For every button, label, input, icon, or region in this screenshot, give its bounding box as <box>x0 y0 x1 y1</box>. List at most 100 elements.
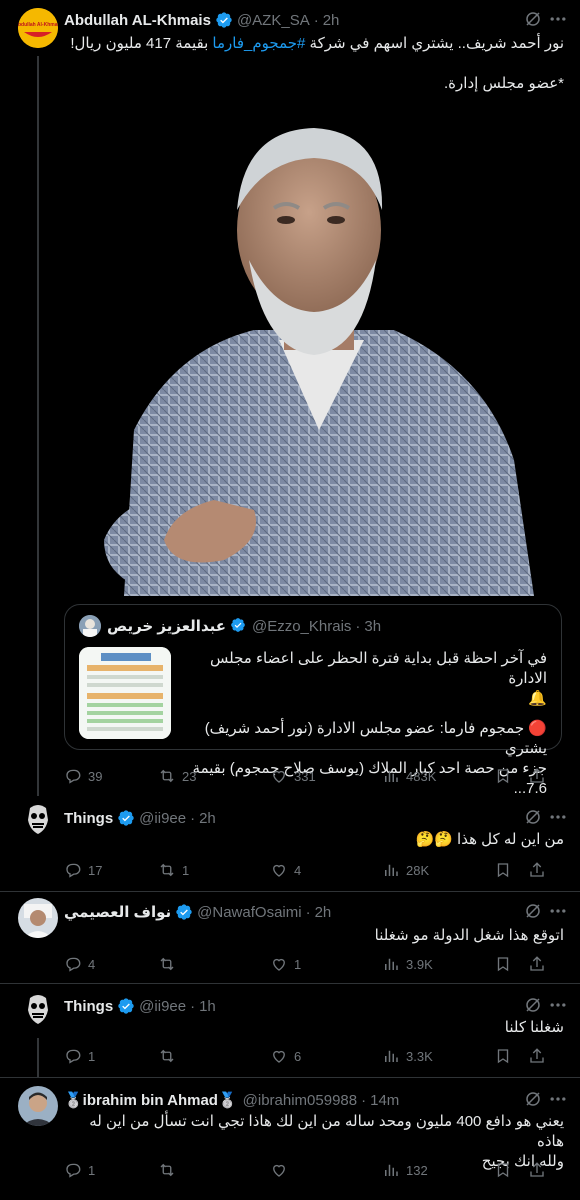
svg-text:Abdullah Al-Khmais: Abdullah Al-Khmais <box>18 22 58 28</box>
reply-count: 17 <box>88 862 103 878</box>
quote-author-handle: @Ezzo_Khrais <box>251 617 352 635</box>
tweet-time[interactable]: 14m <box>370 1092 399 1109</box>
author-handle[interactable]: @ii9ee <box>139 810 186 827</box>
avatar-graffiti-icon <box>18 990 58 1030</box>
reply-text-line1: يعني هو دافع 400 مليون ومحد ساله من اين … <box>89 1113 564 1150</box>
verified-badge-icon <box>117 997 135 1015</box>
separator-dot: · <box>313 11 319 29</box>
author-handle[interactable]: @AZK_SA <box>237 12 310 29</box>
repost-icon <box>160 863 174 877</box>
reply-button[interactable]: 1 <box>64 1047 158 1065</box>
quote-line: في آخر احظة قبل بداية فترة الحظر على اعض… <box>210 650 547 687</box>
divider <box>0 983 580 984</box>
like-count: 331 <box>294 768 316 784</box>
tweet-photo[interactable] <box>64 100 562 596</box>
repost-button[interactable] <box>158 955 270 973</box>
tweet-time[interactable]: 2h <box>323 12 340 29</box>
bookmark-button[interactable] <box>494 767 528 785</box>
like-button[interactable] <box>270 1161 382 1179</box>
author-handle[interactable]: @ibrahim059988 <box>243 1092 357 1109</box>
grok-icon[interactable] <box>524 1090 542 1108</box>
like-button[interactable]: 4 <box>270 861 382 879</box>
bookmark-icon <box>497 957 509 972</box>
thread-line <box>37 56 39 796</box>
avatar[interactable] <box>18 1086 58 1126</box>
views-count: 132 <box>406 1162 428 1178</box>
views-icon <box>385 770 398 782</box>
reply-button[interactable]: 39 <box>64 767 158 785</box>
reply-actions: 1 6 3.3K <box>64 1046 564 1066</box>
share-button[interactable] <box>528 1047 552 1065</box>
repost-button[interactable]: 23 <box>158 767 270 785</box>
hashtag-link[interactable]: #جمجوم_فارما <box>212 35 305 52</box>
like-button[interactable]: 6 <box>270 1047 382 1065</box>
more-options-icon[interactable] <box>548 9 568 29</box>
quoted-tweet[interactable]: عبدالعزيز خريص @Ezzo_Khrais · 3h في آخر … <box>64 604 562 797</box>
tweet-time[interactable]: 1h <box>199 998 216 1015</box>
reply-text: شغلنا كلنا <box>504 1019 564 1036</box>
reply-icon <box>66 1163 81 1178</box>
grok-icon[interactable] <box>524 996 542 1014</box>
avatar[interactable] <box>18 800 58 840</box>
tweet-time[interactable]: 2h <box>315 904 332 921</box>
tweet-time[interactable]: 2h <box>199 810 216 827</box>
bookmark-icon <box>497 1049 509 1064</box>
separator-dot: · <box>361 1091 367 1109</box>
bookmark-button[interactable] <box>494 1161 528 1179</box>
avatar-graffiti-icon <box>18 800 58 840</box>
views-button[interactable]: 28K <box>382 861 494 879</box>
author-name[interactable]: Things <box>64 810 113 827</box>
views-count: 3.9K <box>406 956 433 972</box>
reply-button[interactable]: 1 <box>64 1161 158 1179</box>
reply-button[interactable]: 17 <box>64 861 158 879</box>
more-options-icon[interactable] <box>548 901 568 921</box>
reply-actions: 17 1 4 28K <box>64 860 564 880</box>
share-button[interactable] <box>528 861 552 879</box>
author-name[interactable]: Abdullah AL-Khmais <box>64 12 211 29</box>
repost-button[interactable]: 1 <box>158 861 270 879</box>
bookmark-icon <box>497 769 509 784</box>
avatar[interactable]: Abdullah Al-Khmais <box>18 8 58 48</box>
avatar[interactable] <box>18 990 58 1030</box>
more-options-icon[interactable] <box>548 807 568 827</box>
like-button[interactable]: 331 <box>270 767 382 785</box>
bookmark-icon <box>497 863 509 878</box>
avatar[interactable] <box>18 898 58 938</box>
share-icon <box>530 956 544 971</box>
bookmark-button[interactable] <box>494 861 528 879</box>
repost-button[interactable] <box>158 1161 270 1179</box>
grok-icon[interactable] <box>524 10 542 28</box>
views-button[interactable]: 3.3K <box>382 1047 494 1065</box>
repost-count: 1 <box>182 862 190 878</box>
quote-line: 🔔 <box>528 690 547 707</box>
like-count: 6 <box>294 1048 302 1064</box>
repost-button[interactable] <box>158 1047 270 1065</box>
grok-icon[interactable] <box>524 808 542 826</box>
views-count: 28K <box>406 862 430 878</box>
more-options-icon[interactable] <box>548 995 568 1015</box>
views-button[interactable]: 132 <box>382 1161 494 1179</box>
reply-text: اتوقع هذا شغل الدولة مو شغلنا <box>374 927 564 944</box>
author-name[interactable]: Things <box>64 998 113 1015</box>
bookmark-button[interactable] <box>494 1047 528 1065</box>
author-name[interactable]: نواف العصيمي <box>64 903 171 921</box>
author-name[interactable]: 🥈ibrahim bin Ahmad🥈 <box>64 1091 237 1109</box>
heart-icon <box>273 1164 285 1177</box>
views-button[interactable]: 483K <box>382 767 494 785</box>
separator-dot: · <box>355 617 361 635</box>
reply-icon <box>66 1049 81 1064</box>
like-button[interactable]: 1 <box>270 955 382 973</box>
views-button[interactable]: 3.9K <box>382 955 494 973</box>
author-handle[interactable]: @NawafOsaimi <box>197 904 301 921</box>
bookmark-button[interactable] <box>494 955 528 973</box>
reply-actions: 1 132 <box>64 1160 564 1180</box>
author-handle[interactable]: @ii9ee <box>139 998 186 1015</box>
more-options-icon[interactable] <box>548 1089 568 1109</box>
share-button[interactable] <box>528 767 552 785</box>
share-button[interactable] <box>528 1161 552 1179</box>
grok-icon[interactable] <box>524 902 542 920</box>
tweet-header: Abdullah AL-Khmais @AZK_SA · 2h <box>64 10 566 30</box>
share-button[interactable] <box>528 955 552 973</box>
reply-button[interactable]: 4 <box>64 955 158 973</box>
tweet-text-part: نور أحمد شريف.. يشتري اسهم في شركة <box>305 35 564 52</box>
